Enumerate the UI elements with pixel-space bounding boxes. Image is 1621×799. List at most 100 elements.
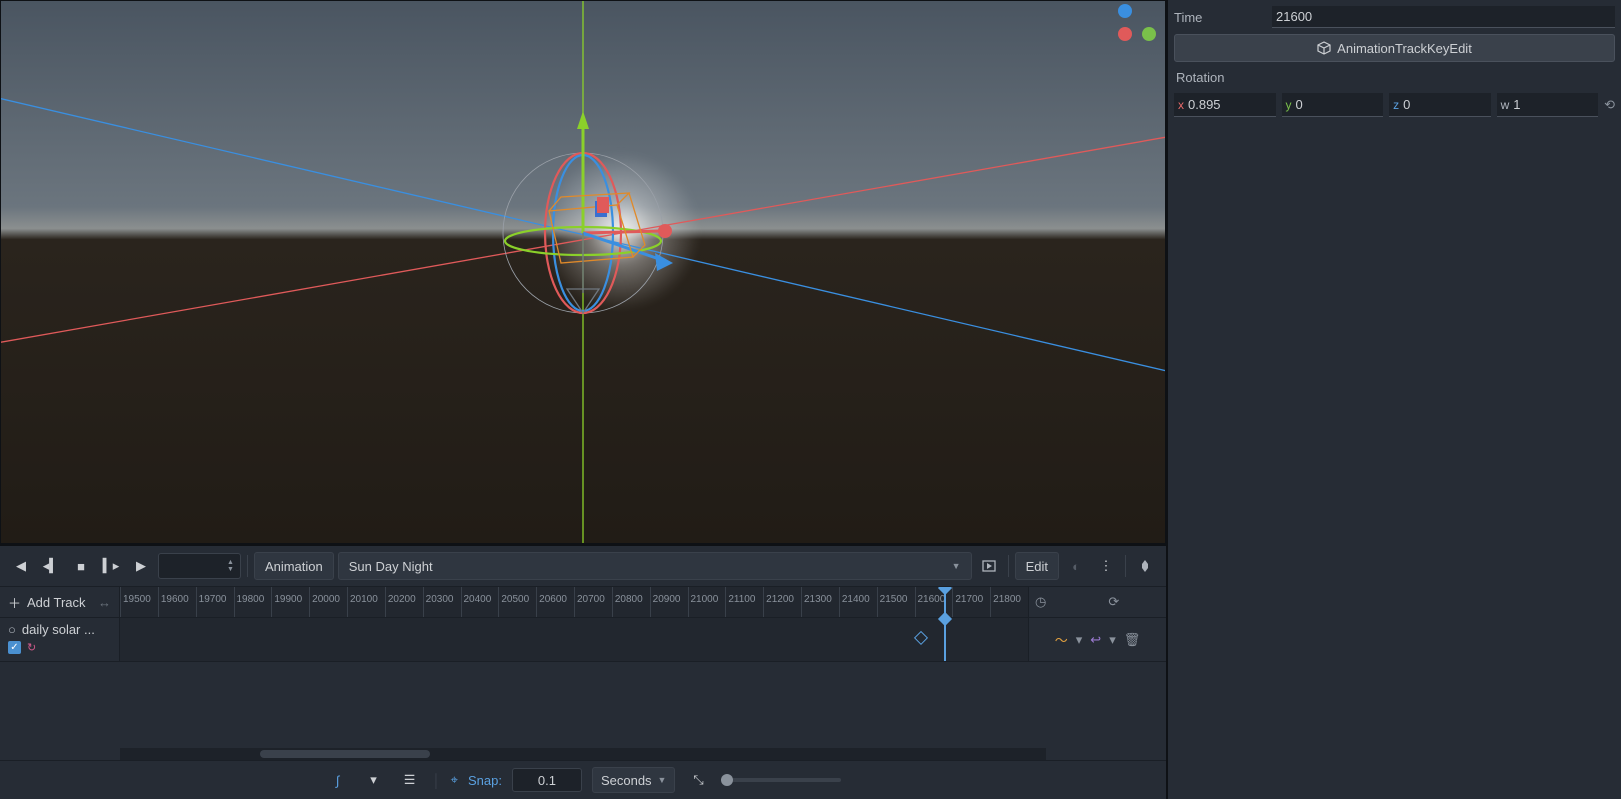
inspector-object-header[interactable]: AnimationTrackKeyEdit	[1174, 34, 1615, 62]
delete-track-button[interactable]: 🗑	[1124, 632, 1141, 648]
zoom-slider[interactable]	[721, 778, 841, 782]
track-type-icon: ○	[8, 622, 16, 637]
ruler-tick: 19900	[271, 587, 302, 617]
ruler-tick: 19500	[120, 587, 151, 617]
timeline-ruler-row: ＋ Add Track ↔ 19500196001970019800199002…	[0, 587, 1166, 618]
filter-tracks-button[interactable]: ▾	[361, 767, 387, 793]
viewport-3d[interactable]	[0, 0, 1166, 544]
rotation-z-input[interactable]	[1403, 97, 1487, 112]
rotation-z-field[interactable]: z	[1389, 93, 1491, 117]
chevron-down-icon: ▼	[952, 561, 961, 571]
add-track-label: Add Track	[27, 595, 86, 610]
loop-button[interactable]: ⟳	[1108, 594, 1119, 610]
ruler-tick: 20100	[347, 587, 378, 617]
loop-wrap-button[interactable]: ↩	[1090, 632, 1101, 648]
rotation-x-input[interactable]	[1188, 97, 1272, 112]
time-input[interactable]: 73.1612	[165, 559, 221, 574]
scrollbar-thumb[interactable]	[260, 750, 430, 758]
stop-button[interactable]: ■	[68, 553, 94, 579]
axis-z-label: z	[1393, 98, 1399, 112]
timeline-scrollbar[interactable]	[120, 748, 1046, 760]
ruler-tick: 20700	[574, 587, 605, 617]
snap-value-input[interactable]	[512, 768, 582, 792]
animation-menu-button[interactable]: Animation	[254, 552, 334, 580]
wrap-down2-icon[interactable]: ▾	[1109, 632, 1116, 648]
add-track-button[interactable]: ＋ Add Track ↔	[0, 587, 120, 617]
track-enabled-checkbox[interactable]	[8, 641, 21, 654]
zoom-slider-handle[interactable]	[721, 774, 733, 786]
play-reverse-from-end-button[interactable]: ◀	[8, 553, 34, 579]
ruler-tick: 20200	[385, 587, 416, 617]
track-header[interactable]: ○ daily solar ... ↻	[0, 618, 120, 661]
spin-down-icon[interactable]: ▼	[227, 567, 234, 573]
animation-toolbar: ◀ ◂▍ ■ ▍▸ ▶ 73.1612 ▲▼ Animation Sun Day…	[0, 546, 1166, 587]
ruler-tick: 20800	[612, 587, 643, 617]
animation-selector[interactable]: Sun Day Night ▼	[338, 552, 972, 580]
autoplay-button[interactable]	[976, 553, 1002, 579]
play-from-start-button[interactable]: ▶	[128, 553, 154, 579]
rotation-y-field[interactable]: y	[1282, 93, 1384, 117]
ruler-tick: 20500	[498, 587, 529, 617]
ruler-tick: 20000	[309, 587, 340, 617]
rotation-w-field[interactable]: w	[1497, 93, 1599, 117]
playhead[interactable]	[944, 618, 946, 661]
animation-panel: ◀ ◂▍ ■ ▍▸ ▶ 73.1612 ▲▼ Animation Sun Day…	[0, 544, 1166, 799]
time-spinbox[interactable]: 73.1612 ▲▼	[158, 553, 241, 579]
ruler-tick: 21300	[801, 587, 832, 617]
bezier-curve-button[interactable]: ∫	[325, 767, 351, 793]
reset-property-button[interactable]: ⟲	[1604, 97, 1615, 113]
resize-handle-icon[interactable]: ↔	[98, 595, 111, 610]
ruler-tick: 19600	[158, 587, 189, 617]
axis-dot-x[interactable]	[1118, 27, 1132, 41]
plus-icon: ＋	[8, 593, 21, 612]
rotation-section-label: Rotation	[1174, 66, 1615, 89]
clock-icon[interactable]: ◷	[1035, 594, 1046, 610]
inspector-panel: Time AnimationTrackKeyEdit Rotation x y …	[1168, 0, 1621, 799]
snap-toggle-icon[interactable]: ⌖	[451, 772, 458, 788]
track-lane[interactable]	[120, 618, 1028, 661]
rotation-x-field[interactable]: x	[1174, 93, 1276, 117]
rotation-y-input[interactable]	[1296, 97, 1380, 112]
rotation-w-input[interactable]	[1513, 97, 1594, 112]
tracks-empty-area	[0, 662, 1166, 748]
more-options-button[interactable]: ⋮	[1093, 553, 1119, 579]
interp-mode-button[interactable]: 〜	[1055, 630, 1068, 649]
time-property-label: Time	[1174, 10, 1264, 25]
track-row: ○ daily solar ... ↻ 〜 ▾ ↩ ▾	[0, 618, 1166, 662]
timeline-ruler[interactable]: 1950019600197001980019900200002010020200…	[120, 587, 1028, 617]
ruler-tick: 21500	[877, 587, 908, 617]
play-button[interactable]: ▍▸	[98, 553, 124, 579]
play-reverse-button[interactable]: ◂▍	[38, 553, 64, 579]
viewport-axes-indicator[interactable]	[1115, 1, 1159, 47]
axis-y-label: y	[1286, 98, 1292, 112]
ruler-tick: 21000	[688, 587, 719, 617]
ruler-tick: 20900	[650, 587, 681, 617]
time-unit-label: Seconds	[601, 773, 652, 788]
keyframe[interactable]	[914, 630, 928, 644]
time-unit-select[interactable]: Seconds ▼	[592, 767, 676, 793]
spin-up-icon[interactable]: ▲	[227, 560, 234, 566]
zoom-fit-button[interactable]: ⤡	[685, 767, 711, 793]
ruler-tick: 19700	[196, 587, 227, 617]
animation-length-control: ◷ 86400 ⟳	[1028, 587, 1166, 617]
pin-button[interactable]	[1132, 553, 1158, 579]
axis-dot-z[interactable]	[1118, 4, 1132, 18]
inspector-object-name: AnimationTrackKeyEdit	[1337, 41, 1472, 56]
onion-skin-button[interactable]: ◐	[1063, 553, 1089, 579]
ruler-tick: 21400	[839, 587, 870, 617]
chevron-down-icon: ▼	[658, 775, 667, 785]
animation-bottom-bar: ∫ ▾ ☰ │ ⌖ Snap: Seconds ▼ ⤡	[0, 760, 1166, 799]
time-property-input[interactable]	[1272, 6, 1615, 28]
time-property-row: Time	[1174, 4, 1615, 30]
track-name-label: daily solar ...	[22, 622, 95, 637]
ruler-tick: 21700	[952, 587, 983, 617]
wrap-down-icon[interactable]: ▾	[1076, 632, 1083, 648]
axis-x-label: x	[1178, 98, 1184, 112]
edit-menu-button[interactable]: Edit	[1015, 552, 1059, 580]
track-list-button[interactable]: ☰	[397, 767, 423, 793]
object-icon	[1317, 41, 1331, 55]
axis-w-label: w	[1501, 98, 1510, 112]
animation-length-input[interactable]: 86400	[1052, 595, 1102, 610]
axis-dot-y[interactable]	[1142, 27, 1156, 41]
animation-name-label: Sun Day Night	[349, 559, 433, 574]
